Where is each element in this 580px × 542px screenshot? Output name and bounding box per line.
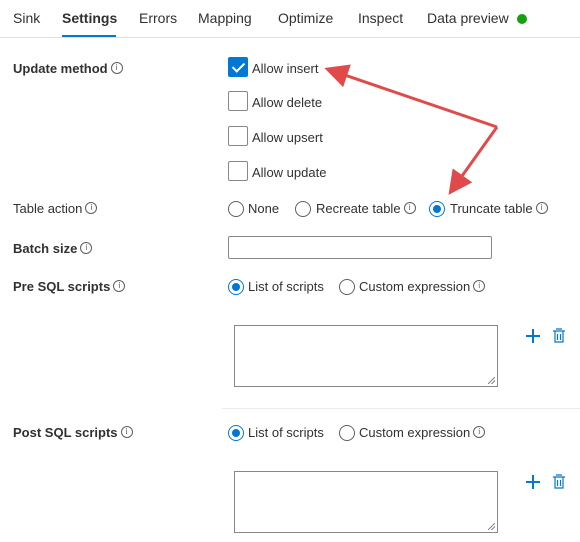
annotation-arrow-to-truncate-table — [448, 126, 499, 195]
annotation-arrow-to-allow-insert — [324, 64, 498, 129]
annotation-arrows — [324, 64, 499, 195]
